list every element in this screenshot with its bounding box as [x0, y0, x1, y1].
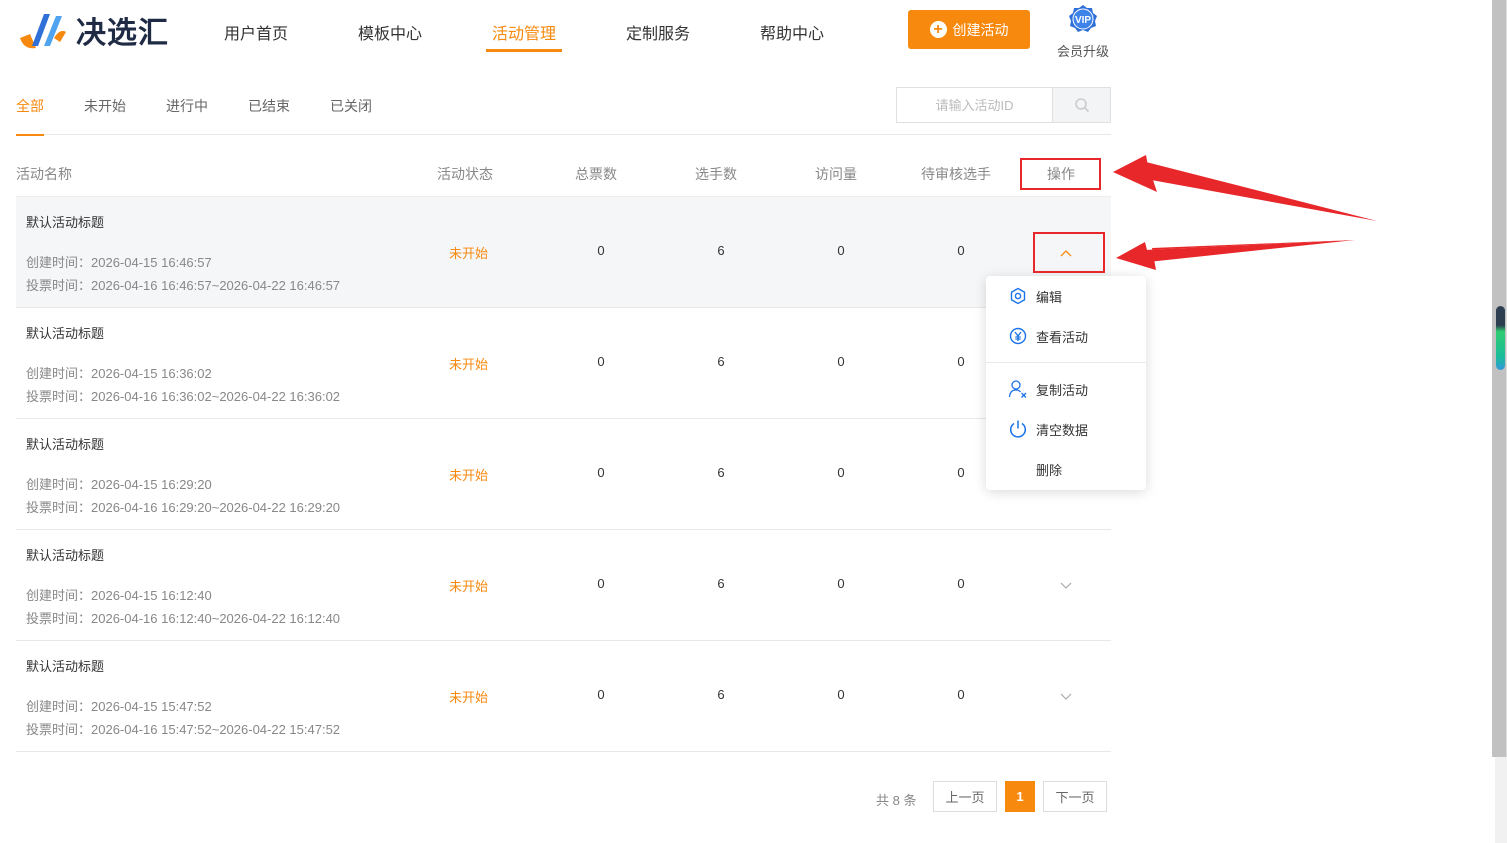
page-scrollbar-thumb[interactable]	[1492, 0, 1507, 757]
annotation-arrows	[1113, 155, 1377, 270]
scroll-indicator-icon	[1496, 306, 1505, 370]
